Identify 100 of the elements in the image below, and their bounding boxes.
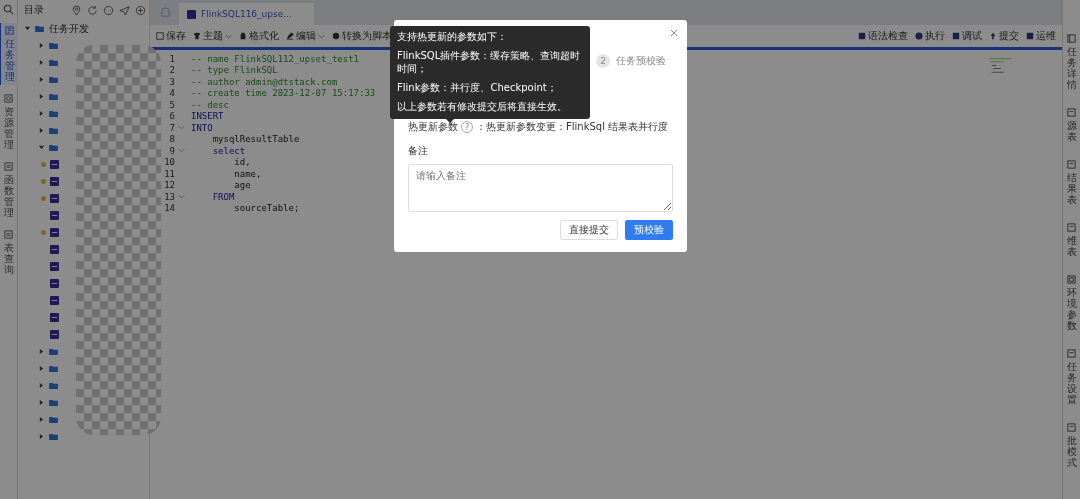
sql-file-icon xyxy=(187,9,196,19)
minimap-drawing xyxy=(988,58,1012,73)
code-line: age xyxy=(233,180,251,191)
side-panel-tab[interactable]: 批模式 xyxy=(1066,423,1077,468)
sql-file-icon[interactable] xyxy=(50,228,59,237)
folder-icon[interactable] xyxy=(49,416,58,423)
sql-file-icon[interactable] xyxy=(50,262,59,271)
caret-icon[interactable] xyxy=(39,383,44,388)
sql-file-icon[interactable] xyxy=(50,177,59,186)
folder-icon[interactable] xyxy=(49,365,58,372)
panel-icon xyxy=(4,162,13,171)
folder-icon[interactable] xyxy=(49,59,58,66)
line-number: 11 xyxy=(163,168,175,179)
square-icon xyxy=(952,32,960,40)
side-panel-tab[interactable]: 任务设置 xyxy=(1066,349,1077,405)
sql-file-icon[interactable] xyxy=(50,194,59,203)
sidebar-tab[interactable]: 函数管理 xyxy=(0,159,17,221)
caret-icon[interactable] xyxy=(39,145,44,150)
folder-icon[interactable] xyxy=(49,110,58,117)
step-label: 任务预校验 xyxy=(616,54,666,68)
toolbar-button[interactable]: 格式化 xyxy=(236,29,282,43)
caret-icon[interactable] xyxy=(39,417,44,422)
folder-icon[interactable] xyxy=(49,348,58,355)
code-line: select xyxy=(211,145,246,156)
toolbar-button[interactable]: 保存 xyxy=(153,29,189,43)
add-icon[interactable] xyxy=(135,4,146,16)
file-tab[interactable]: FlinkSQL116_upse... xyxy=(179,3,314,25)
refresh-icon[interactable] xyxy=(87,4,98,16)
code-line: INSERT xyxy=(191,111,224,122)
code-line: -- author admin@dtstack.com xyxy=(191,76,338,87)
tooltip-text: Flink参数：并行度、Checkpoint； xyxy=(397,81,558,94)
sql-file-icon[interactable] xyxy=(50,296,59,305)
side-panel-tab[interactable]: 任务详情 xyxy=(1066,34,1077,90)
close-icon[interactable] xyxy=(670,29,678,37)
folder-icon[interactable] xyxy=(49,399,58,406)
search-icon[interactable] xyxy=(3,4,14,15)
panel-icon xyxy=(1067,349,1076,358)
dialog-button[interactable]: 直接提交 xyxy=(560,220,618,240)
panel-icon xyxy=(4,94,13,103)
sidebar-tab[interactable]: 表查询 xyxy=(0,227,17,278)
caret-icon[interactable] xyxy=(39,366,44,371)
play-icon xyxy=(915,32,923,40)
code-line: mysqlResultTable xyxy=(211,134,300,145)
side-panel-tab[interactable]: 维表 xyxy=(1066,223,1077,257)
caret-icon[interactable] xyxy=(25,26,30,31)
toolbar-button[interactable]: 运维 xyxy=(1023,29,1059,43)
folder-icon[interactable] xyxy=(49,144,58,151)
save-icon xyxy=(156,32,164,40)
sql-file-icon[interactable] xyxy=(50,211,59,220)
toolbar-button[interactable]: 执行 xyxy=(912,29,948,43)
tree-item[interactable]: 任务开发 xyxy=(49,21,89,36)
toolbar-button[interactable]: 提交 xyxy=(986,29,1022,43)
sql-file-icon[interactable] xyxy=(50,160,59,169)
folder-icon xyxy=(35,25,44,32)
tooltip-text: 以上参数若有修改提交后将直接生效。 xyxy=(397,100,568,113)
caret-icon[interactable] xyxy=(39,60,44,65)
location-icon[interactable] xyxy=(71,4,82,16)
send-icon[interactable] xyxy=(119,4,130,16)
folder-icon[interactable] xyxy=(49,76,58,83)
dialog-button[interactable]: 预校验 xyxy=(625,220,673,240)
toolbar-button[interactable]: 主题 xyxy=(190,29,235,43)
sidebar-tab[interactable]: 任务管理 xyxy=(0,23,18,85)
caret-icon[interactable] xyxy=(39,128,44,133)
tooltip-text: FlinkSQL插件参数：缓存策略、查询超时时间； xyxy=(397,49,582,75)
code-line: -- type FlinkSQL xyxy=(191,65,278,76)
folder-icon[interactable] xyxy=(49,93,58,100)
caret-icon[interactable] xyxy=(39,400,44,405)
remark-field[interactable]: 请输入备注 xyxy=(408,164,673,212)
square-icon xyxy=(1026,32,1034,40)
sql-file-icon[interactable] xyxy=(50,279,59,288)
sql-file-icon[interactable] xyxy=(50,330,59,339)
sidebar-tab[interactable]: 资源管理 xyxy=(0,91,17,153)
line-number: 9 xyxy=(168,145,175,156)
side-panel-tab[interactable]: 结果表 xyxy=(1066,160,1077,205)
caret-icon[interactable] xyxy=(39,434,44,439)
caret-icon[interactable] xyxy=(39,349,44,354)
code-line: sourceTable; xyxy=(233,203,300,214)
caret-icon[interactable] xyxy=(39,43,44,48)
sql-file-icon[interactable] xyxy=(50,313,59,322)
caret-icon[interactable] xyxy=(39,94,44,99)
caret-icon[interactable] xyxy=(39,77,44,82)
folder-icon[interactable] xyxy=(49,127,58,134)
side-panel-tab[interactable]: 环境参数 xyxy=(1066,275,1077,331)
folder-icon[interactable] xyxy=(49,382,58,389)
side-panel-tab[interactable]: 源表 xyxy=(1066,108,1077,142)
line-number: 4 xyxy=(168,88,175,99)
line-number: 8 xyxy=(168,134,175,145)
line-number: 10 xyxy=(163,157,175,168)
toolbar-button[interactable]: 调试 xyxy=(949,29,985,43)
more-icon[interactable] xyxy=(103,4,114,16)
edit-icon xyxy=(286,32,294,40)
toolbar-button[interactable]: 编辑 xyxy=(283,29,328,43)
folder-icon[interactable] xyxy=(49,433,58,440)
panel-icon xyxy=(1067,160,1076,169)
caret-icon[interactable] xyxy=(39,111,44,116)
folder-icon[interactable] xyxy=(49,42,58,49)
field-label: 热更新参数 xyxy=(408,120,458,134)
theme-icon xyxy=(193,32,201,40)
sql-file-icon[interactable] xyxy=(50,245,59,254)
toolbar-button[interactable]: 语法检查 xyxy=(855,29,911,43)
